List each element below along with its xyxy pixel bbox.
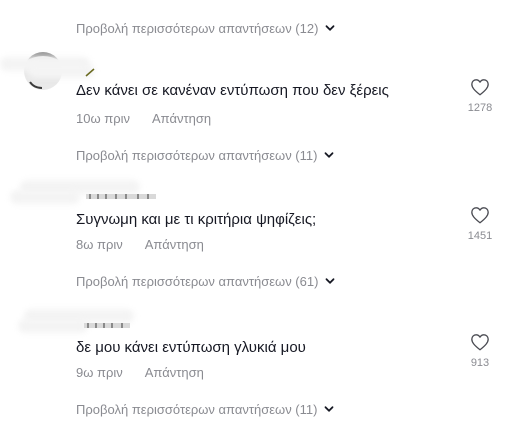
like-button[interactable]: 1451 [463, 206, 497, 242]
username-redacted [18, 319, 88, 333]
comment-meta: 9ω πριν Απάντηση [76, 365, 204, 380]
comment-text: Συγνωμη και με τι κριτήρια ψηφίζεις; [76, 211, 317, 228]
view-more-replies-button[interactable]: Προβολή περισσότερων απαντήσεων (12) [76, 17, 336, 39]
view-more-replies-label: Προβολή περισσότερων απαντήσεων (12) [76, 20, 319, 36]
username-fragment [86, 189, 156, 203]
heart-outline-icon [471, 334, 489, 351]
heart-outline-icon [471, 79, 489, 96]
comment-text: Δεν κάνει σε κανέναν εντύπωση που δεν ξέ… [76, 82, 389, 99]
chevron-down-icon [325, 406, 334, 412]
view-more-replies-button[interactable]: Προβολή περισσότερων απαντήσεων (11) [76, 144, 335, 166]
like-button[interactable]: 913 [463, 333, 497, 369]
comment-meta: 10ω πριν Απάντηση [76, 111, 211, 126]
username-redacted [10, 190, 80, 204]
comment-time: 10ω πριν [76, 111, 130, 126]
like-count: 1278 [467, 102, 493, 114]
chevron-down-icon [326, 25, 335, 31]
reply-button[interactable]: Απάντηση [145, 237, 204, 252]
comment-time: 8ω πριν [76, 237, 123, 252]
comment-text: δε μου κάνει εντύπωση γλυκιά μου [76, 339, 306, 356]
chevron-down-icon [326, 278, 335, 284]
view-more-replies-label: Προβολή περισσότερων απαντήσεων (11) [76, 147, 318, 163]
comment-time: 9ω πριν [76, 365, 123, 380]
like-button[interactable]: 1278 [463, 78, 497, 114]
reply-button[interactable]: Απάντηση [152, 111, 211, 126]
comments-panel: Προβολή περισσότερων απαντήσεων (12) Δεν… [0, 0, 523, 426]
view-more-replies-label: Προβολή περισσότερων απαντήσεων (11) [76, 401, 318, 417]
username-fragment [85, 68, 95, 77]
like-count: 1451 [467, 230, 493, 242]
like-count: 913 [470, 357, 490, 369]
view-more-replies-button[interactable]: Προβολή περισσότερων απαντήσεων (61) [76, 270, 336, 292]
heart-outline-icon [471, 207, 489, 224]
reply-button[interactable]: Απάντηση [145, 365, 204, 380]
username-fragment [84, 318, 130, 332]
view-more-replies-button[interactable]: Προβολή περισσότερων απαντήσεων (11) [76, 398, 335, 420]
comment-meta: 8ω πριν Απάντηση [76, 237, 204, 252]
view-more-replies-label: Προβολή περισσότερων απαντήσεων (61) [76, 273, 319, 289]
chevron-down-icon [325, 152, 334, 158]
